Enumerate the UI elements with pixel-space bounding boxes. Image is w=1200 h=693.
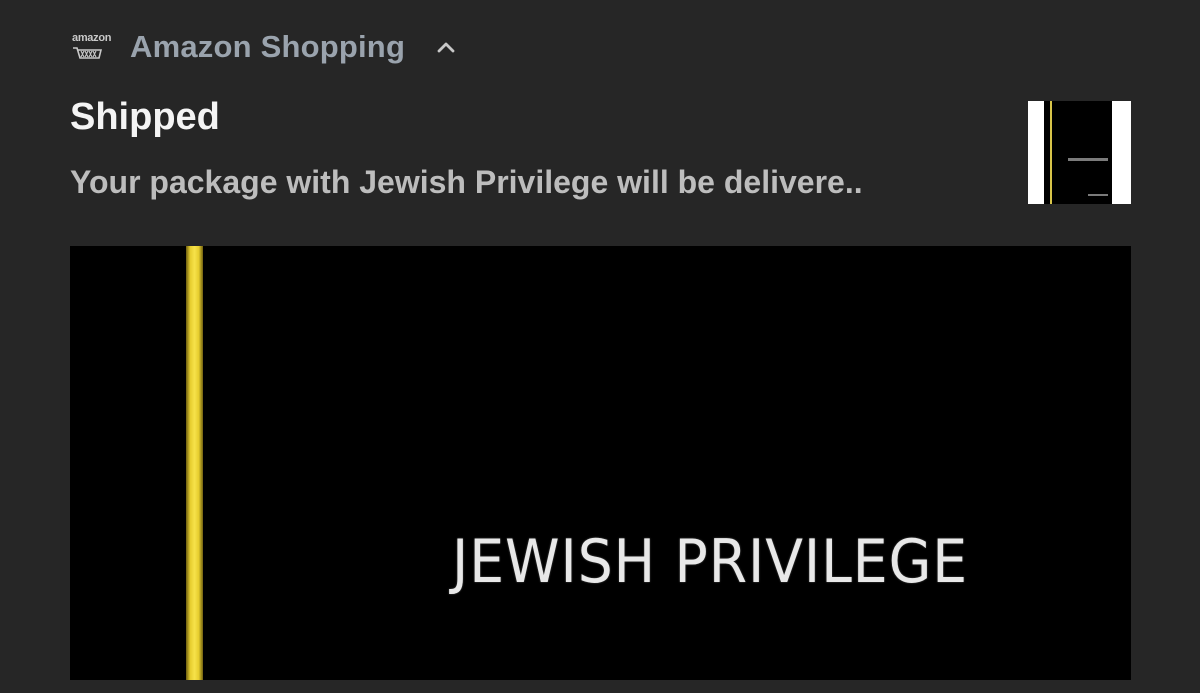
- cover-title: JEWISH PRIVILEGE: [452, 527, 969, 597]
- amazon-cart-icon: amazon: [70, 26, 114, 68]
- thumbnail-cover: [1044, 101, 1112, 204]
- chevron-up-icon[interactable]: [433, 34, 459, 60]
- notification-title: Shipped: [70, 96, 220, 138]
- book-cover-thumbnail: [1028, 101, 1131, 204]
- book-cover-image[interactable]: JEWISH PRIVILEGE: [70, 246, 1131, 680]
- thumbnail-stripe: [1050, 101, 1052, 204]
- app-icon-label: amazon: [72, 32, 112, 44]
- app-name: Amazon Shopping: [130, 29, 406, 64]
- notification-header: amazon Amazon Shopping: [70, 24, 459, 70]
- thumbnail-title-mark: [1068, 158, 1108, 161]
- notification-body: Your package with Jewish Privilege will …: [70, 164, 863, 200]
- notification-card[interactable]: amazon Amazon Shopping Shipped Your pack…: [0, 0, 1200, 693]
- thumbnail-author-mark: [1088, 194, 1108, 196]
- cover-yellow-stripe: [186, 246, 203, 680]
